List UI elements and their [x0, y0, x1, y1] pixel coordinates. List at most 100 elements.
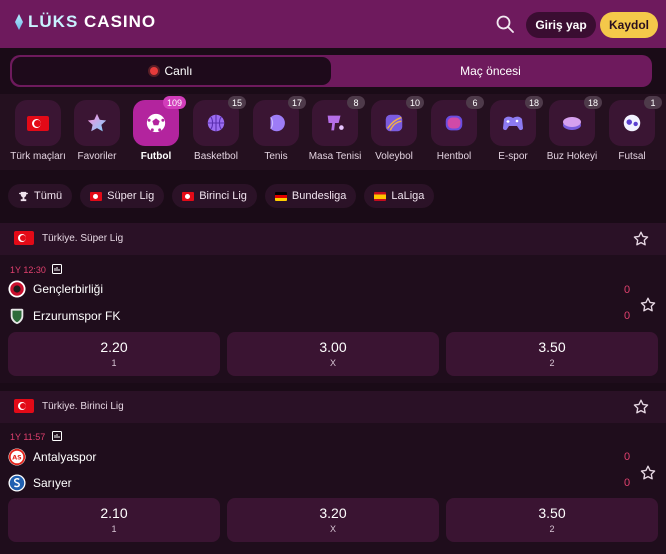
- home-score: 0: [624, 451, 631, 463]
- sport-count-badge: 109: [162, 96, 186, 109]
- away-score: 0: [624, 310, 631, 322]
- odd-value: 3.50: [538, 339, 566, 355]
- chip-label: LaLiga: [391, 190, 425, 202]
- home-team-name: Gençlerbirliği: [33, 282, 104, 296]
- sport-volleyball[interactable]: 10 Voleybol: [364, 96, 424, 166]
- chip-label: Tümü: [34, 190, 63, 202]
- chip-label: Birinci Lig: [199, 190, 247, 202]
- odd-key: 1: [111, 358, 117, 368]
- odd-value: 3.00: [319, 339, 347, 355]
- chip-label: Bundesliga: [291, 190, 347, 202]
- sport-count-badge: 18: [583, 96, 602, 109]
- match-card: Türkiye. Süper Lig 1Y 12:30 Gençlerbirli…: [0, 223, 666, 383]
- volleyball-icon: [385, 114, 403, 132]
- handball-icon: [445, 115, 463, 131]
- odd-button-home[interactable]: 2.10 1: [8, 498, 220, 542]
- turkey-flag-icon: [14, 231, 34, 245]
- signup-button[interactable]: Kaydol: [600, 12, 658, 38]
- soccer-ball-icon: [146, 113, 166, 133]
- sports-carousel: Türk maçları Favoriler 109 Futbol 15 Bas…: [0, 94, 666, 170]
- tab-live[interactable]: Canlı: [12, 57, 331, 85]
- stats-icon[interactable]: [52, 264, 62, 274]
- odd-button-draw[interactable]: 3.00 X: [227, 332, 439, 376]
- odd-value: 2.20: [100, 339, 128, 355]
- odd-button-home[interactable]: 2.20 1: [8, 332, 220, 376]
- league-name: Türkiye. Süper Lig: [42, 233, 124, 244]
- odd-key: X: [329, 524, 336, 534]
- chip-label: Süper Lig: [107, 190, 155, 202]
- top-header: LÜKS CASINO Giriş yap Kaydol: [0, 0, 666, 48]
- sport-label: Futsal: [618, 151, 646, 162]
- home-team-name: Antalyaspor: [33, 450, 97, 464]
- brand-name: LÜKS CASINO: [28, 12, 157, 31]
- sport-ice-hockey[interactable]: 18 Buz Hokeyi: [542, 96, 602, 166]
- turkey-flag-icon: [90, 191, 103, 201]
- odd-value: 2.10: [100, 505, 128, 521]
- erzurumspor-logo-icon: [10, 308, 24, 325]
- odd-key: 1: [111, 524, 117, 534]
- odd-value: 3.50: [538, 505, 566, 521]
- svg-text:AS: AS: [12, 455, 22, 462]
- mode-toggle: Canlı Maç öncesi: [10, 55, 652, 87]
- match-card: Türkiye. Birinci Lig 1Y 11:57 AS Antalya…: [0, 391, 666, 554]
- star-icon: [87, 113, 107, 132]
- sport-count-badge: 17: [287, 96, 306, 109]
- brand-logo[interactable]: LÜKS CASINO: [14, 12, 156, 32]
- odd-button-draw[interactable]: 3.20 X: [227, 498, 439, 542]
- sport-basketball[interactable]: 15 Basketbol: [186, 96, 246, 166]
- home-score: 0: [624, 284, 631, 296]
- odd-button-away[interactable]: 3.50 2: [446, 498, 658, 542]
- away-team: Erzurumspor FK: [8, 306, 120, 326]
- match-time: 1Y 11:57: [10, 432, 46, 442]
- league-name: Türkiye. Birinci Lig: [42, 401, 124, 412]
- sport-count-badge: 6: [466, 96, 484, 109]
- league-header: Türkiye. Birinci Lig: [0, 391, 666, 423]
- away-team-name: Sarıyer: [33, 476, 72, 490]
- match-time: 1Y 12:30: [10, 265, 46, 275]
- favorite-match-star-icon[interactable]: [639, 296, 657, 314]
- chip-super-lig[interactable]: Süper Lig: [80, 184, 165, 208]
- sariyer-logo-icon: [8, 474, 26, 492]
- chip-birinci-lig[interactable]: Birinci Lig: [172, 184, 257, 208]
- odd-key: X: [329, 358, 336, 368]
- sport-football[interactable]: 109 Futbol: [126, 96, 186, 166]
- home-team: AS Antalyaspor: [8, 447, 96, 467]
- tab-live-label: Canlı: [164, 64, 193, 78]
- antalyaspor-logo-icon: AS: [8, 448, 26, 466]
- favorite-match-star-icon[interactable]: [639, 464, 657, 482]
- sport-count-badge: 10: [405, 96, 424, 109]
- basketball-icon: [207, 114, 225, 132]
- chip-all[interactable]: Tümü: [8, 184, 73, 208]
- chip-bundesliga[interactable]: Bundesliga: [264, 184, 357, 208]
- login-button[interactable]: Giriş yap: [526, 12, 596, 38]
- odd-key: 2: [549, 358, 555, 368]
- turkey-flag-icon: [14, 399, 34, 413]
- favorite-league-star-icon[interactable]: [632, 398, 650, 416]
- genclerbirligi-logo-icon: [8, 280, 26, 298]
- turkey-flag-icon: [182, 191, 195, 201]
- league-filter-chips: Tümü Süper Lig Birinci Lig Bundesliga La…: [8, 184, 435, 208]
- search-icon[interactable]: [494, 13, 516, 35]
- tab-prematch[interactable]: Maç öncesi: [331, 57, 650, 85]
- live-dot-icon: [150, 67, 159, 75]
- chip-laliga[interactable]: LaLiga: [364, 184, 435, 208]
- futsal-ball-icon: [623, 114, 641, 132]
- odd-key: 2: [549, 524, 555, 534]
- favorite-league-star-icon[interactable]: [632, 230, 650, 248]
- sport-futsal[interactable]: 1 Futsal: [602, 96, 662, 166]
- home-team: Gençlerbirliği: [8, 279, 103, 299]
- odd-value: 3.20: [319, 505, 347, 521]
- sport-tile: [15, 100, 61, 146]
- germany-flag-icon: [274, 191, 287, 201]
- sport-count-badge: 18: [524, 96, 543, 109]
- diamond-logo-icon: [14, 13, 24, 31]
- sport-count-badge: 1: [644, 96, 662, 109]
- tab-prematch-label: Maç öncesi: [460, 64, 521, 78]
- odd-button-away[interactable]: 3.50 2: [446, 332, 658, 376]
- stats-icon[interactable]: [52, 431, 62, 441]
- table-tennis-icon: [327, 115, 344, 131]
- sport-count-badge: 15: [227, 96, 246, 109]
- league-header: Türkiye. Süper Lig: [0, 223, 666, 255]
- tennis-ball-icon: [270, 114, 285, 132]
- away-team: Sarıyer: [8, 473, 72, 493]
